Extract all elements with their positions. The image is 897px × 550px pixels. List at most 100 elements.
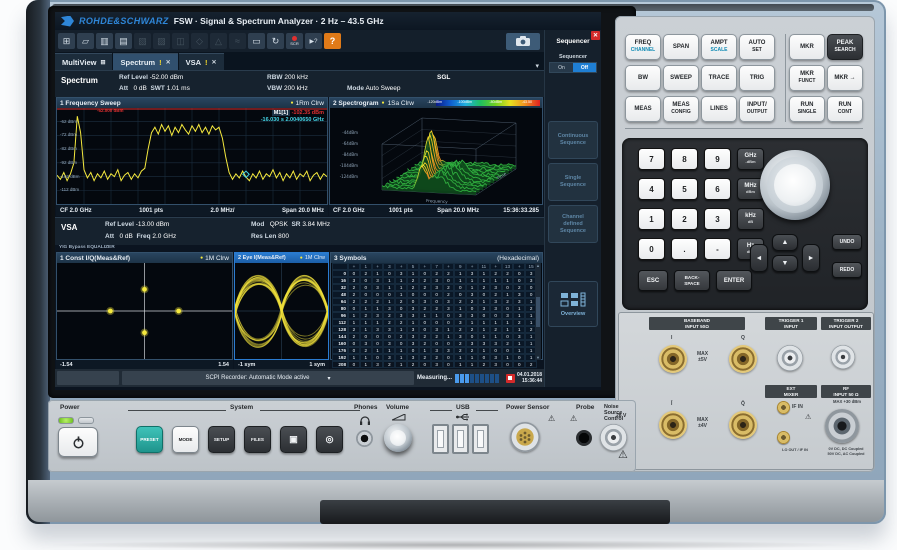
tab-spectrum[interactable]: Spectrum ! ✕ xyxy=(113,53,177,70)
keypad-key-6[interactable]: 6 xyxy=(704,178,731,200)
keypad-key-0[interactable]: 0 xyxy=(638,238,665,260)
att-value[interactable]: 0 dB xyxy=(133,85,146,92)
volume-knob[interactable] xyxy=(384,424,412,452)
close-tab-icon[interactable]: ✕ xyxy=(166,59,171,66)
preset-button[interactable]: PRESET xyxy=(136,426,163,453)
lo-out-connector[interactable] xyxy=(777,431,790,444)
rotary-knob[interactable] xyxy=(760,150,830,220)
scr-record-icon[interactable]: SCR xyxy=(286,33,303,49)
scroll-up-icon[interactable]: ▲ xyxy=(536,263,540,268)
window-frequency-sweep[interactable]: 1 Frequency Sweep ●1Rm Clrw -52.000 dBm … xyxy=(56,97,328,205)
baseband-q-connector[interactable] xyxy=(729,345,757,373)
setup-button[interactable]: SETUP xyxy=(208,426,235,453)
esc-button[interactable]: ESC xyxy=(638,270,668,291)
softkey-continuous-sequence[interactable]: ContinuousSequence xyxy=(548,121,598,159)
hardkey-lines[interactable]: LINES xyxy=(701,96,737,122)
keypad-key-dot[interactable]: . xyxy=(671,238,698,260)
keypad-key-3[interactable]: 3 xyxy=(704,208,731,230)
arrow-right-button[interactable]: ► xyxy=(802,244,820,272)
display-frame-icon[interactable]: ▭ xyxy=(248,33,265,49)
unit-key-ghz[interactable]: GHz-dBm xyxy=(737,148,764,170)
overview-button[interactable]: Overview xyxy=(548,281,598,327)
softkey-single-sequence[interactable]: SingleSequence xyxy=(548,163,598,201)
usb-port[interactable] xyxy=(452,424,469,454)
help-icon[interactable]: ? xyxy=(324,33,341,49)
baseband-i-connector[interactable] xyxy=(659,345,687,373)
print-icon[interactable]: ▤ xyxy=(115,33,132,49)
enter-button[interactable]: ENTER xyxy=(716,270,752,291)
mode-value[interactable]: Auto Sweep xyxy=(365,85,400,92)
open-file-icon[interactable]: ▱ xyxy=(77,33,94,49)
windows-menu-icon[interactable]: ⊞ xyxy=(58,33,75,49)
hardkey-meas-config[interactable]: MEASCONFIG xyxy=(663,96,699,122)
trigger2-connector[interactable] xyxy=(831,345,855,369)
rf-input-connector[interactable] xyxy=(825,409,859,443)
trigger1-connector[interactable] xyxy=(777,345,803,371)
result-length-value[interactable]: 800 xyxy=(278,233,289,240)
window-spectrogram[interactable]: 2 Spectrogram ● 1Sa Clrw -120dBm-100dBm-… xyxy=(329,97,543,205)
sequencer-off-option[interactable]: Off xyxy=(573,63,596,72)
window-title-bar[interactable]: 1 Frequency Sweep ●1Rm Clrw xyxy=(57,98,327,108)
freq-value[interactable]: 2.0 GHz xyxy=(152,233,176,240)
error-log-icon[interactable] xyxy=(506,374,515,383)
vbw-value[interactable]: 200 kHz xyxy=(284,85,308,92)
swt-value[interactable]: 1.01 ms xyxy=(167,85,190,92)
hardkey-auto-set[interactable]: AUTOSET xyxy=(739,34,775,60)
tab-overflow-icon[interactable]: ▾ xyxy=(535,62,544,70)
hardkey-bw[interactable]: BW xyxy=(625,65,661,91)
window-symbols[interactable]: 3 Symbols (Hexadecimal) +1+3+5+7+9+11+13… xyxy=(330,252,543,360)
hardkey-peak-search[interactable]: PEAKSEARCH xyxy=(827,34,863,60)
keypad-key-8[interactable]: 8 xyxy=(671,148,698,170)
if-in-connector[interactable] xyxy=(777,401,790,414)
window-eye-diagram[interactable]: 2 Eye I(Meas&Ref) ●1M Clrw xyxy=(234,252,329,360)
keypad-key-minus[interactable]: - xyxy=(704,238,731,260)
window-title-bar[interactable]: 2 Eye I(Meas&Ref) ●1M Clrw xyxy=(235,253,328,263)
usb-port[interactable] xyxy=(432,424,449,454)
probe-connector[interactable] xyxy=(576,430,592,446)
keypad-key-4[interactable]: 4 xyxy=(638,178,665,200)
scroll-thumb[interactable] xyxy=(536,297,540,327)
window-title-bar[interactable]: 2 Spectrogram ● 1Sa Clrw -120dBm-100dBm-… xyxy=(330,98,542,108)
keypad-key-7[interactable]: 7 xyxy=(638,148,665,170)
hardkey-freq-channel[interactable]: FREQCHANNEL xyxy=(625,34,661,60)
display-button[interactable]: ▣ xyxy=(280,426,307,453)
redo-button[interactable]: REDO xyxy=(832,262,862,278)
keypad-key-2[interactable]: 2 xyxy=(671,208,698,230)
rbw-value[interactable]: 200 kHz xyxy=(284,74,308,81)
unit-key-khz[interactable]: kHzdB xyxy=(737,208,764,230)
mode-button[interactable]: MODE xyxy=(172,426,199,453)
refresh-icon[interactable]: ↻ xyxy=(267,33,284,49)
hardkey-ampt-scale[interactable]: AMPTSCALE xyxy=(701,34,737,60)
hardkey-run-cont[interactable]: RUNCONT xyxy=(827,96,863,122)
tab-multiview[interactable]: MultiView ⊞ xyxy=(55,53,112,70)
close-panel-icon[interactable]: ✕ xyxy=(591,31,600,40)
screenshot-camera-button[interactable] xyxy=(506,33,540,50)
hardkey-mkr[interactable]: MKR xyxy=(789,34,825,60)
close-tab-icon[interactable]: ✕ xyxy=(212,59,217,66)
scroll-down-icon[interactable]: ▼ xyxy=(536,355,540,360)
att-value[interactable]: 0 dB xyxy=(119,233,132,240)
keypad-key-5[interactable]: 5 xyxy=(671,178,698,200)
undo-button[interactable]: UNDO xyxy=(832,234,862,250)
symbol-rate-value[interactable]: 3.84 MHz xyxy=(302,221,330,228)
dropdown-icon[interactable]: ▾ xyxy=(328,375,331,382)
phones-jack[interactable] xyxy=(356,430,373,447)
files-button[interactable]: FILES xyxy=(244,426,271,453)
symbols-scrollbar[interactable]: ▲ ▼ xyxy=(535,263,541,360)
hardkey-meas[interactable]: MEAS xyxy=(625,96,661,122)
tab-vsa[interactable]: VSA ! ✕ xyxy=(179,53,224,70)
arrow-left-button[interactable]: ◄ xyxy=(750,244,768,272)
sequencer-toggle[interactable]: On Off xyxy=(549,62,597,73)
mod-value[interactable]: QPSK xyxy=(270,221,288,228)
window-constellation[interactable]: 1 Const I/Q(Meas&Ref) ●1M Clrw xyxy=(56,252,233,360)
hardkey-span[interactable]: SPAN xyxy=(663,34,699,60)
noise-source-connector[interactable] xyxy=(600,424,627,451)
hardkey-mkr-funct[interactable]: MKRFUNCT xyxy=(789,65,825,91)
arrow-down-button[interactable]: ▼ xyxy=(772,255,798,272)
hardkey-trace[interactable]: TRACE xyxy=(701,65,737,91)
softkey-channel-defined-sequence[interactable]: ChanneldefinedSequence xyxy=(548,205,598,243)
hardkey-mkr-[interactable]: MKR → xyxy=(827,65,863,91)
context-help-cursor-icon[interactable]: ▶? xyxy=(305,33,322,49)
ref-level-value[interactable]: -13.00 dBm xyxy=(136,221,170,228)
save-icon[interactable]: ▥ xyxy=(96,33,113,49)
